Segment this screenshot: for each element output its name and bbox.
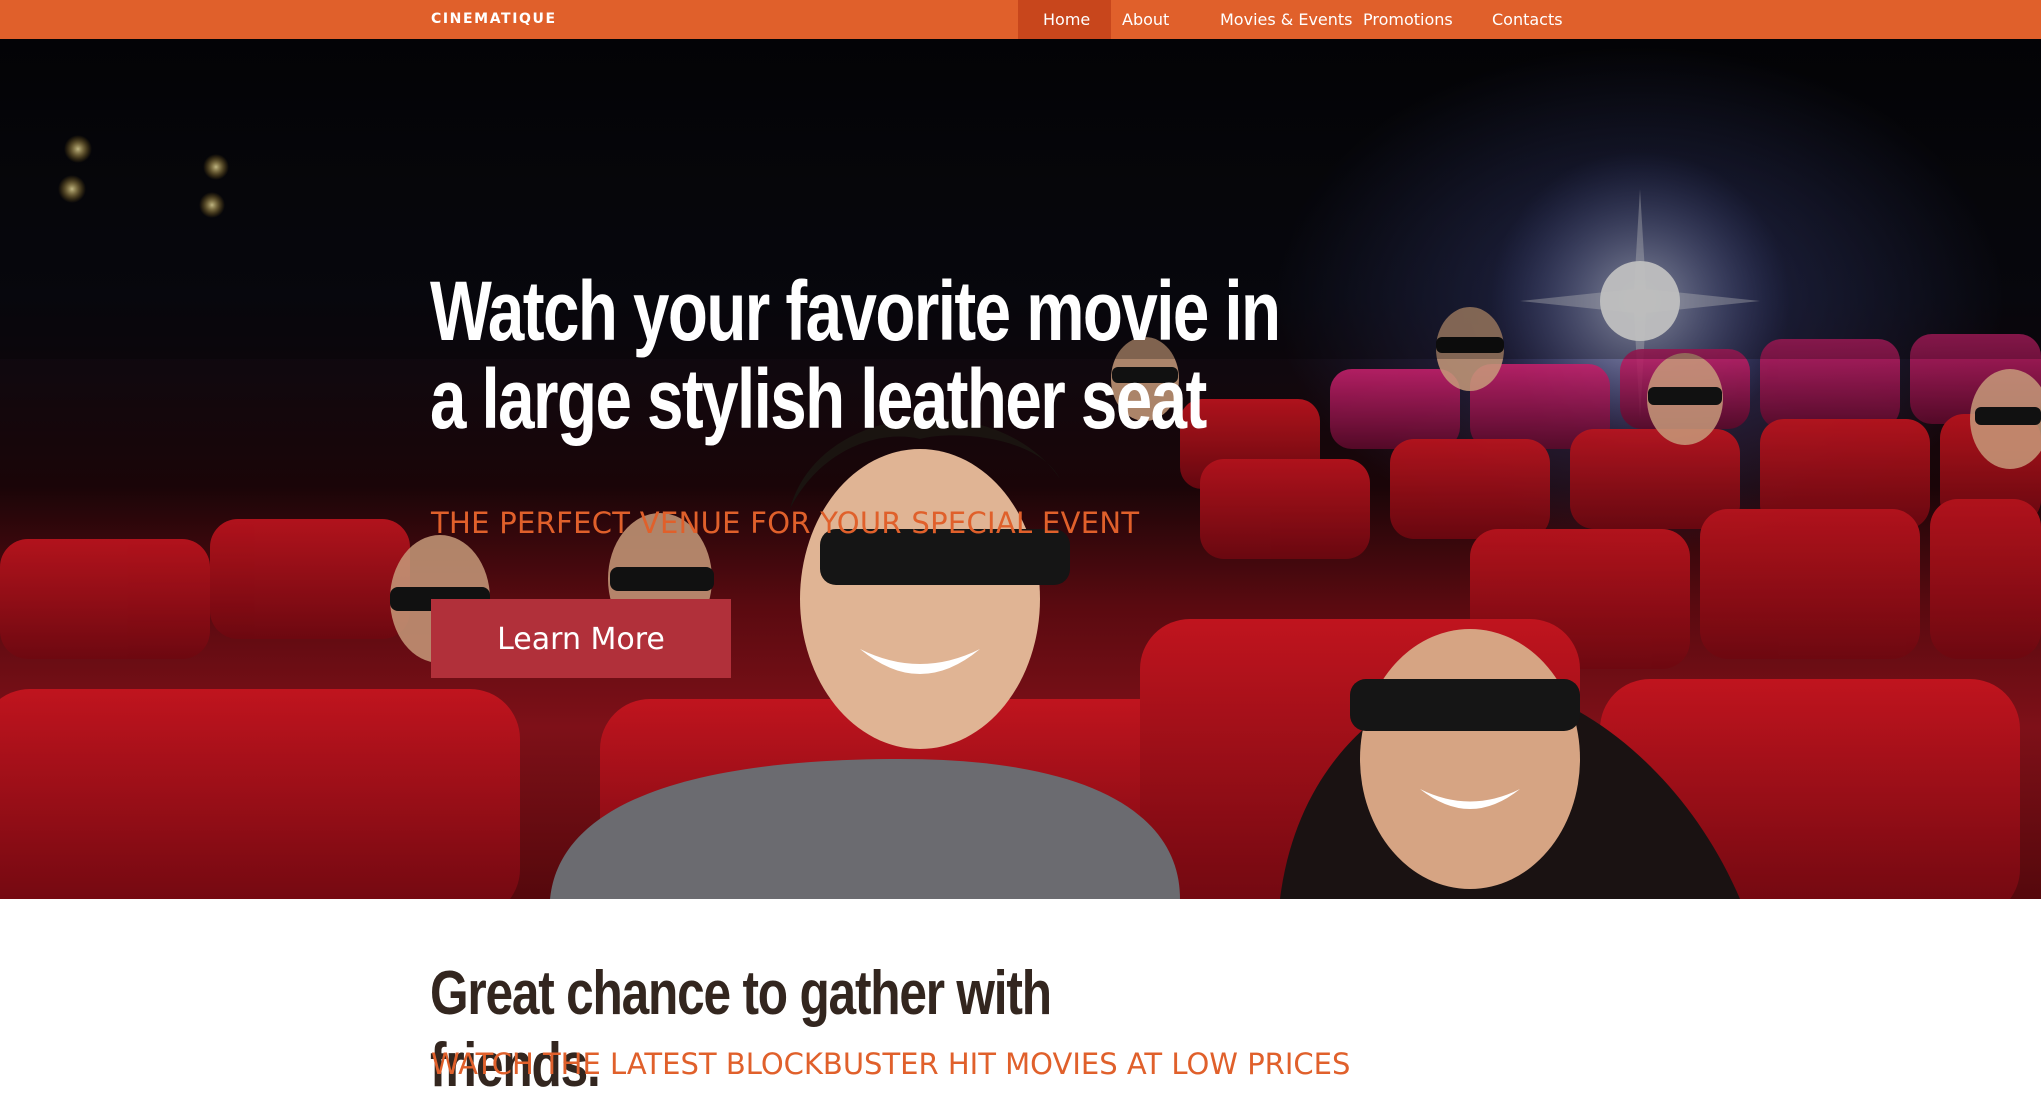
nav-item-movies-events[interactable]: Movies & Events [1185, 0, 1353, 39]
nav-item-promotions[interactable]: Promotions [1348, 0, 1478, 39]
site-logo[interactable]: CINEMATIQUE [431, 0, 557, 39]
hero-subtitle: THE PERFECT VENUE FOR YOUR SPECIAL EVENT [431, 506, 1140, 540]
nav-item-about[interactable]: About [1111, 0, 1185, 39]
hero-banner: Watch your favorite movie in a large sty… [0, 39, 2041, 899]
learn-more-button[interactable]: Learn More [431, 599, 731, 678]
hero-background-image [0, 39, 2041, 899]
nav-item-home[interactable]: Home [1018, 0, 1111, 39]
nav-item-contacts[interactable]: Contacts [1478, 0, 1598, 39]
main-nav: Home About Movies & Events Promotions Co… [1018, 0, 1598, 39]
section-subtitle: WATCH THE LATEST BLOCKBUSTER HIT MOVIES … [431, 1047, 1351, 1081]
top-nav-bar: CINEMATIQUE Home About Movies & Events P… [0, 0, 2041, 39]
hero-title: Watch your favorite movie in a large sty… [430, 264, 1281, 446]
